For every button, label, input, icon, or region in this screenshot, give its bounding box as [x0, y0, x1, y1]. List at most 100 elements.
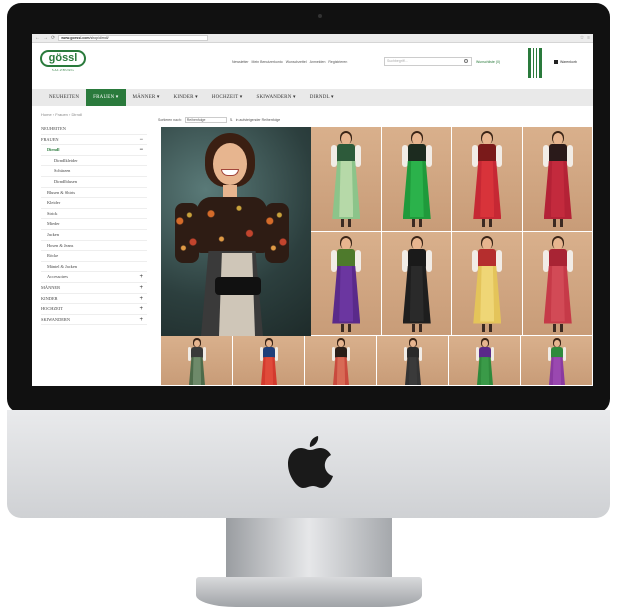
product-tile[interactable]	[381, 127, 452, 232]
product-tile[interactable]	[521, 336, 593, 386]
sidebar-item[interactable]: HOCHZEIT +	[41, 304, 147, 315]
sidebar-item-label: Hosen & Jeans	[47, 242, 74, 248]
goessl-logo[interactable]: gössl SALZBURG	[40, 50, 86, 74]
sidebar-item-label: Kleider	[47, 200, 61, 206]
forward-arrow-icon[interactable]: →	[43, 34, 48, 43]
expand-toggle-icon[interactable]: +	[139, 315, 143, 326]
sidebar-item[interactable]: Mäntel & Jacken	[41, 262, 147, 273]
sidebar-item[interactable]: Hosen & Jeans	[41, 241, 147, 252]
bookmark-star-icon[interactable]: ☆	[580, 35, 584, 41]
sidebar-item-label: MÄNNER	[41, 284, 61, 290]
site-header: gössl SALZBURG Newsletter Mein Benutzerk…	[32, 43, 593, 83]
product-tile[interactable]	[381, 231, 452, 336]
main-navigation: NEUHEITEN FRAUEN ▾ MÄNNER ▾ KINDER ▾ HOC…	[32, 89, 593, 106]
sidebar-item[interactable]: NEUHEITEN	[41, 124, 147, 135]
sort-bar: Sortieren nach: Reihenfolge ⇅ in aufstei…	[158, 117, 280, 123]
top-link-login[interactable]: Anmelden	[310, 60, 326, 64]
sidebar-item[interactable]: Dirndlblusen	[41, 177, 147, 188]
sidebar-item[interactable]: Dirndlkleider	[41, 156, 147, 167]
expand-toggle-icon[interactable]: +	[139, 294, 143, 305]
expand-toggle-icon[interactable]: +	[139, 304, 143, 315]
browser-window: ← → ⟳ www.goessl.com/shop/dirndl/ ☆ ≡ gö…	[32, 34, 593, 386]
sidebar-item[interactable]: Röcke	[41, 251, 147, 262]
sidebar-item-label: Mieder	[47, 221, 60, 227]
nav-kinder[interactable]: KINDER ▾	[167, 89, 205, 106]
sidebar-item[interactable]: SKIWANDERN +	[41, 315, 147, 326]
sidebar-item-label: SKIWANDERN	[41, 316, 71, 322]
expand-toggle-icon[interactable]: −	[139, 145, 143, 156]
sidebar-item[interactable]: Kleider	[41, 198, 147, 209]
sidebar-item-label: Dirndlkleider	[54, 157, 78, 163]
nav-dirndl[interactable]: DIRNDL ▾	[303, 89, 341, 106]
nav-skiwandern[interactable]: SKIWANDERN ▾	[249, 89, 302, 106]
dirndl-model	[233, 336, 304, 385]
sidebar-item[interactable]: Blusen & Shirts	[41, 188, 147, 199]
top-link-newsletter[interactable]: Newsletter	[232, 60, 249, 64]
product-tile[interactable]	[522, 231, 593, 336]
product-tile[interactable]	[449, 336, 521, 386]
sort-selected-value: Reihenfolge	[186, 118, 206, 122]
cart-link[interactable]: Warenkorb	[554, 60, 577, 64]
nav-hochzeit[interactable]: HOCHZEIT ▾	[205, 89, 250, 106]
top-link-wishlist[interactable]: Wunschzettel	[286, 60, 307, 64]
search-icon[interactable]	[464, 59, 468, 63]
product-tile[interactable]	[233, 336, 305, 386]
sidebar-item-label: Accessoires	[47, 274, 68, 280]
sidebar-item-label: Schürzen	[54, 168, 71, 174]
sidebar-item[interactable]: Accessoires +	[41, 272, 147, 283]
product-tile[interactable]	[161, 336, 233, 386]
back-arrow-icon[interactable]: ←	[35, 34, 40, 43]
dirndl-model	[305, 336, 376, 385]
dirndl-model	[521, 336, 592, 385]
product-tile[interactable]	[452, 127, 523, 232]
sort-direction-icon[interactable]: ⇅	[230, 118, 233, 122]
expand-toggle-icon[interactable]: +	[139, 283, 143, 294]
hero-model	[161, 127, 311, 336]
green-stripes-decoration	[528, 48, 546, 78]
dirndl-model	[523, 127, 593, 231]
sidebar-item[interactable]: Mieder	[41, 219, 147, 230]
category-sidebar: NEUHEITEN FRAUEN − Dirndl − Dirndlkleider Schü…	[41, 124, 147, 326]
search-placeholder: Suchbegriff...	[387, 59, 408, 63]
address-bar[interactable]: www.goessl.com/shop/dirndl/	[58, 35, 209, 41]
sidebar-item[interactable]: Strick	[41, 209, 147, 220]
apple-logo-icon	[288, 436, 333, 488]
sidebar-item[interactable]: KINDER +	[41, 294, 147, 305]
nav-frauen[interactable]: FRAUEN ▾	[86, 89, 126, 106]
wishlist-link[interactable]: Wunschliste (0)	[476, 60, 500, 64]
sidebar-item-label: HOCHZEIT	[41, 306, 63, 312]
sidebar-item[interactable]: MÄNNER +	[41, 283, 147, 294]
sort-select[interactable]: Reihenfolge	[184, 117, 227, 123]
browser-menu-icon[interactable]: ≡	[587, 34, 590, 43]
top-link-account[interactable]: Mein Benutzerkonto	[252, 60, 283, 64]
sidebar-item-label: Röcke	[47, 253, 59, 259]
product-tile[interactable]	[377, 336, 449, 386]
product-tile[interactable]	[311, 231, 382, 336]
top-link-register[interactable]: Registrieren	[328, 60, 347, 64]
sort-direction-label[interactable]: in aufsteigender Reihenfolge	[236, 118, 281, 122]
breadcrumb[interactable]: Home › Frauen › Dirndl	[41, 112, 82, 117]
nav-maenner[interactable]: MÄNNER ▾	[126, 89, 167, 106]
expand-toggle-icon[interactable]: +	[139, 272, 143, 283]
sidebar-item[interactable]: Dirndl −	[41, 145, 147, 156]
cart-label: Warenkorb	[560, 60, 577, 64]
reload-icon[interactable]: ⟳	[51, 34, 55, 43]
product-tile[interactable]	[452, 231, 523, 336]
sidebar-item-label: KINDER	[41, 295, 58, 301]
top-links: Newsletter Mein Benutzerkonto Wunschzett…	[232, 60, 347, 64]
product-tile[interactable]	[522, 127, 593, 232]
dirndl-model	[161, 336, 232, 385]
url-path: /shop/dirndl/	[89, 36, 109, 40]
expand-toggle-icon[interactable]: −	[139, 135, 143, 146]
dirndl-model	[452, 127, 522, 231]
search-input[interactable]: Suchbegriff...	[384, 57, 472, 66]
sidebar-item[interactable]: Schürzen	[41, 166, 147, 177]
sidebar-item[interactable]: Jacken	[41, 230, 147, 241]
hero-image[interactable]	[161, 127, 311, 336]
browser-toolbar: ← → ⟳ www.goessl.com/shop/dirndl/ ☆ ≡	[32, 34, 593, 43]
nav-neuheiten[interactable]: NEUHEITEN	[42, 89, 86, 106]
product-tile[interactable]	[305, 336, 377, 386]
sidebar-item-label: Jacken	[47, 231, 59, 237]
product-tile[interactable]	[311, 127, 382, 232]
sidebar-item[interactable]: FRAUEN −	[41, 135, 147, 146]
